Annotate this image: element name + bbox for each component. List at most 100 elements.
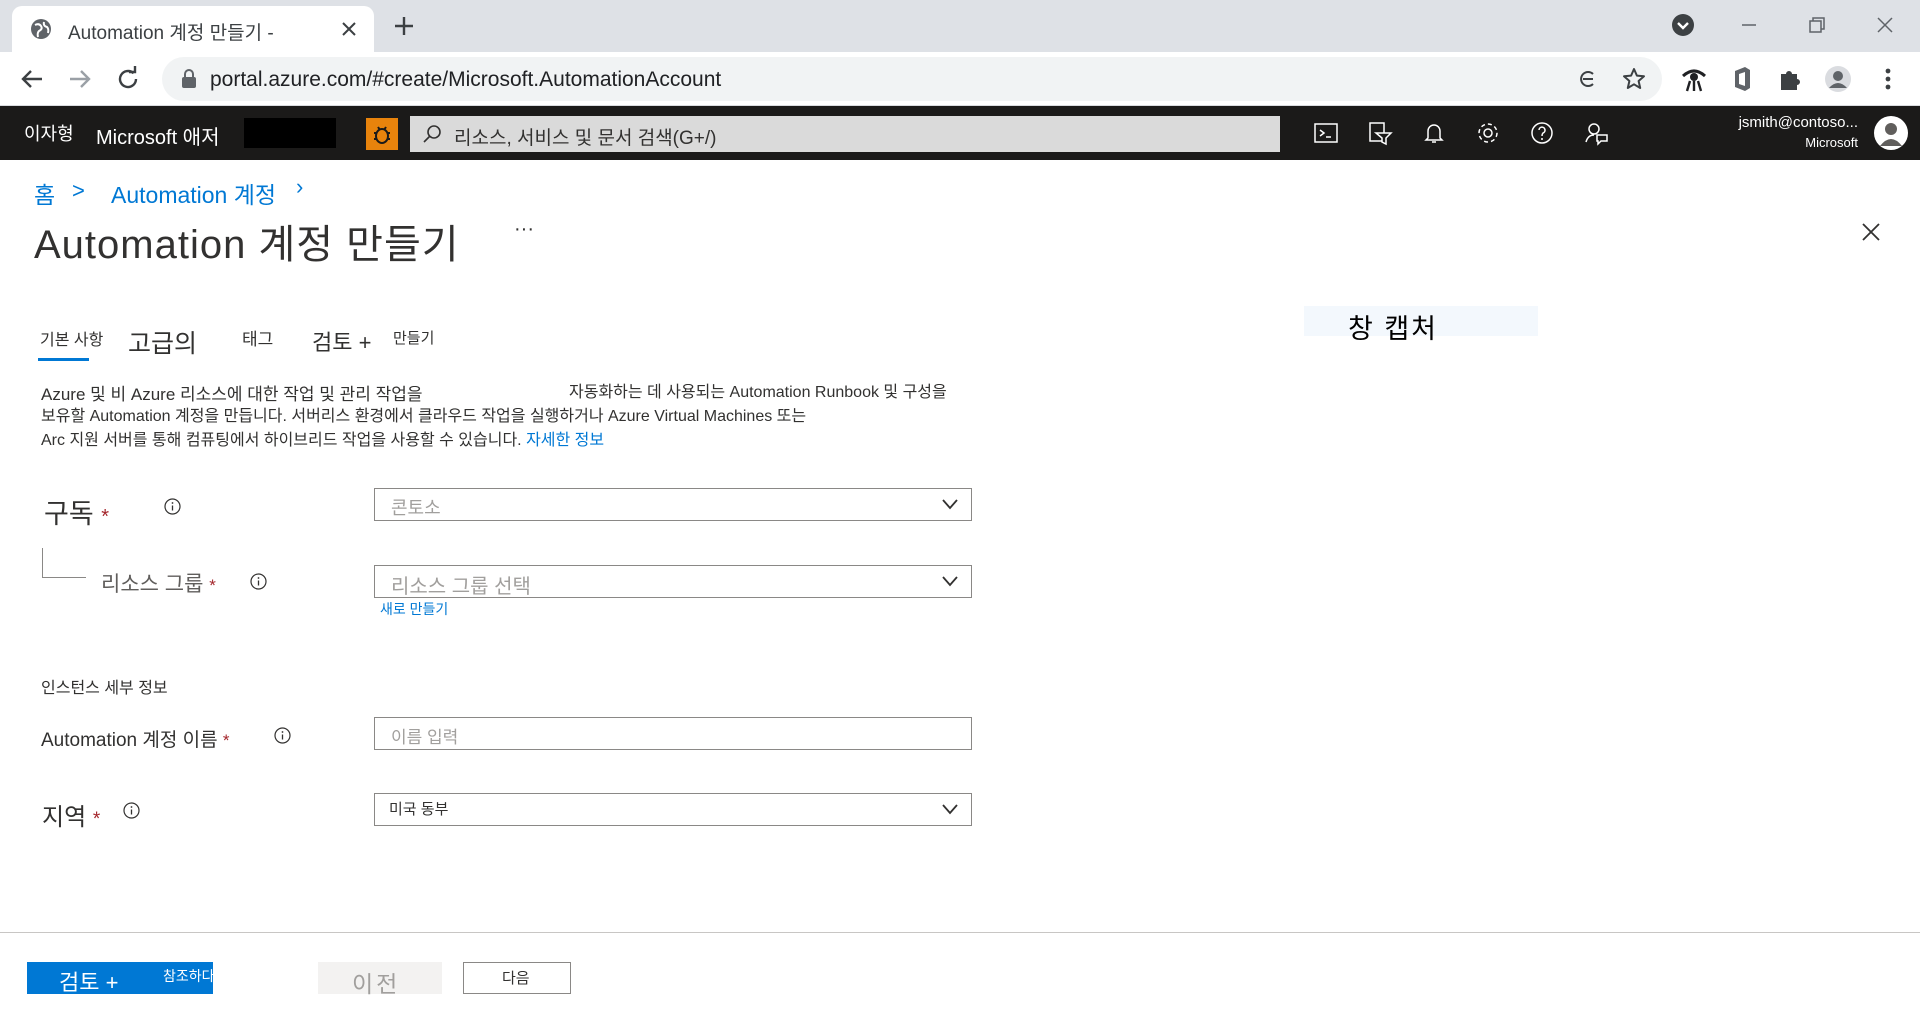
info-icon[interactable] [250,573,267,590]
info-icon[interactable] [123,802,140,819]
subscription-dropdown[interactable]: 콘토소 [374,488,972,521]
chrome-menu-icon[interactable] [1874,65,1902,93]
browser-tab[interactable]: Automation 계정 만들기 - [12,6,374,52]
global-search-box[interactable]: 리소스, 서비스 및 문서 검색(G+/) [410,116,1280,152]
new-tab-icon[interactable] [390,12,418,40]
preview-bug-button[interactable] [366,118,398,150]
portal-menu-label[interactable]: 이자형 [24,120,74,146]
subscription-label: 구독 * [44,492,109,531]
reload-icon[interactable] [114,65,142,93]
account-info[interactable]: jsmith@contoso... Microsoft [1739,114,1858,150]
profile-icon[interactable] [1824,65,1852,93]
search-placeholder: 리소스, 서비스 및 문서 검색(G+/) [454,128,717,149]
account-name-label-text: Automation 계정 이름 [41,730,218,751]
search-icon [423,125,441,143]
settings-gear-icon[interactable] [1475,120,1501,146]
review-create-button-label: 검토 + [59,970,119,995]
region-dropdown[interactable]: 미국 동부 [374,793,972,826]
required-marker: * [222,731,230,750]
instance-details-heading: 인스턴스 세부 정보 [41,680,168,697]
page-title: Automation 계정 만들기 [34,223,460,267]
reading-mode-icon[interactable] [1576,67,1600,91]
help-icon[interactable] [1529,120,1555,146]
feedback-icon[interactable] [1583,120,1609,146]
info-icon[interactable] [164,498,181,515]
azure-top-bar: 이자형 Microsoft 애저 리소스, 서비스 및 문서 검색(G+/) j… [0,106,1920,160]
avatar[interactable] [1874,116,1908,150]
region-label: 지역 * [42,797,100,832]
office-extension-icon[interactable] [1728,65,1756,93]
close-blade-icon[interactable] [1857,218,1885,246]
breadcrumb-home[interactable]: 홈 [34,176,55,210]
chevron-down-icon [942,576,958,587]
lock-icon[interactable] [180,69,198,89]
url-text[interactable]: portal.azure.com/#create/Microsoft.Autom… [210,68,721,92]
breadcrumb-automation-accounts[interactable]: Automation 계정 [111,176,276,210]
close-window-icon[interactable] [1872,12,1898,38]
cloud-shell-icon[interactable] [1313,120,1339,146]
capture-label: 창 캡처 [1348,314,1439,344]
account-name-input[interactable]: 이름 입력 [374,717,972,750]
review-create-button[interactable]: 검토 + 참조하다 [27,962,215,995]
extension-eye-icon[interactable] [1680,65,1708,93]
minimize-icon[interactable] [1736,12,1762,38]
tab-advanced[interactable]: 고급의 [128,324,197,360]
window-capture-overlay: 창 캡처 [1304,306,1538,344]
active-tab-indicator [38,358,89,361]
resource-group-label: 리소스 그룹 * [101,568,216,598]
hierarchy-connector [42,548,86,578]
required-marker: * [92,809,101,830]
chevron-down-icon [942,804,958,815]
previous-button-label: 이전 [352,971,401,997]
resource-group-dropdown[interactable]: 리소스 그룹 선택 [374,565,972,598]
info-icon[interactable] [274,727,291,744]
resource-group-placeholder: 리소스 그룹 선택 [391,576,531,598]
forward-icon[interactable] [66,65,94,93]
next-button[interactable]: 다음 [463,962,571,994]
notifications-bell-icon[interactable] [1421,120,1447,146]
tab-review-create[interactable]: 검토 + [312,325,371,357]
redacted-tenant-name [244,118,336,148]
learn-more-link[interactable]: 자세한 정보 [526,432,604,449]
tab-tags[interactable]: 태그 [242,325,273,350]
more-actions-icon[interactable]: ··· [514,218,534,241]
tab-review-create-suffix[interactable]: 만들기 [393,327,434,348]
description-line-1b: 자동화하는 데 사용되는 Automation Runbook 및 구성을 [569,384,947,401]
subscription-label-text: 구독 [44,499,94,529]
tab-basics[interactable]: 기본 사항 [40,326,103,350]
footer-divider [0,932,1920,933]
user-avatar-icon [1880,123,1902,146]
breadcrumb-chevron: › [296,174,304,199]
globe-icon [31,19,51,39]
description-line-3: Arc 지원 서버를 통해 컴퓨팅에서 하이브리드 작업을 사용할 수 있습니다… [41,426,1031,450]
previous-button[interactable]: 이전 [318,962,442,997]
review-create-button-suffix: 참조하다 [163,968,215,984]
resource-group-label-text: 리소스 그룹 [101,573,204,596]
user-directory[interactable]: Microsoft [1739,135,1858,150]
browser-tab-title: Automation 계정 만들기 - [68,23,274,44]
bookmark-star-icon[interactable] [1622,67,1646,91]
chevron-down-icon [942,499,958,510]
region-label-text: 지역 [42,804,87,831]
description-line-2: 보유할 Automation 계정을 만듭니다. 서버리스 환경에서 클라우드 … [41,408,807,425]
create-new-resource-group-link[interactable]: 새로 만들기 [380,599,448,619]
description-line-3-text: Arc 지원 서버를 통해 컴퓨팅에서 하이브리드 작업을 사용할 수 있습니다… [41,432,522,449]
tab-search-icon[interactable] [1670,12,1696,38]
account-name-placeholder: 이름 입력 [391,728,459,747]
required-marker: * [101,506,109,528]
portal-brand[interactable]: Microsoft 애저 [96,121,219,150]
directory-filter-icon[interactable] [1367,120,1393,146]
required-marker: * [209,576,216,595]
account-name-label: Automation 계정 이름 * [41,725,230,752]
region-value: 미국 동부 [389,801,449,818]
back-icon[interactable] [18,65,46,93]
next-button-label: 다음 [502,970,530,987]
close-tab-icon[interactable] [338,18,360,40]
browser-tab-strip: Automation 계정 만들기 - [0,0,1920,52]
breadcrumb-separator: > [72,178,85,203]
user-email[interactable]: jsmith@contoso... [1739,114,1858,131]
restore-icon[interactable] [1804,12,1830,38]
extensions-puzzle-icon[interactable] [1776,65,1804,93]
subscription-value: 콘토소 [391,498,441,518]
address-bar[interactable]: portal.azure.com/#create/Microsoft.Autom… [162,57,1662,101]
